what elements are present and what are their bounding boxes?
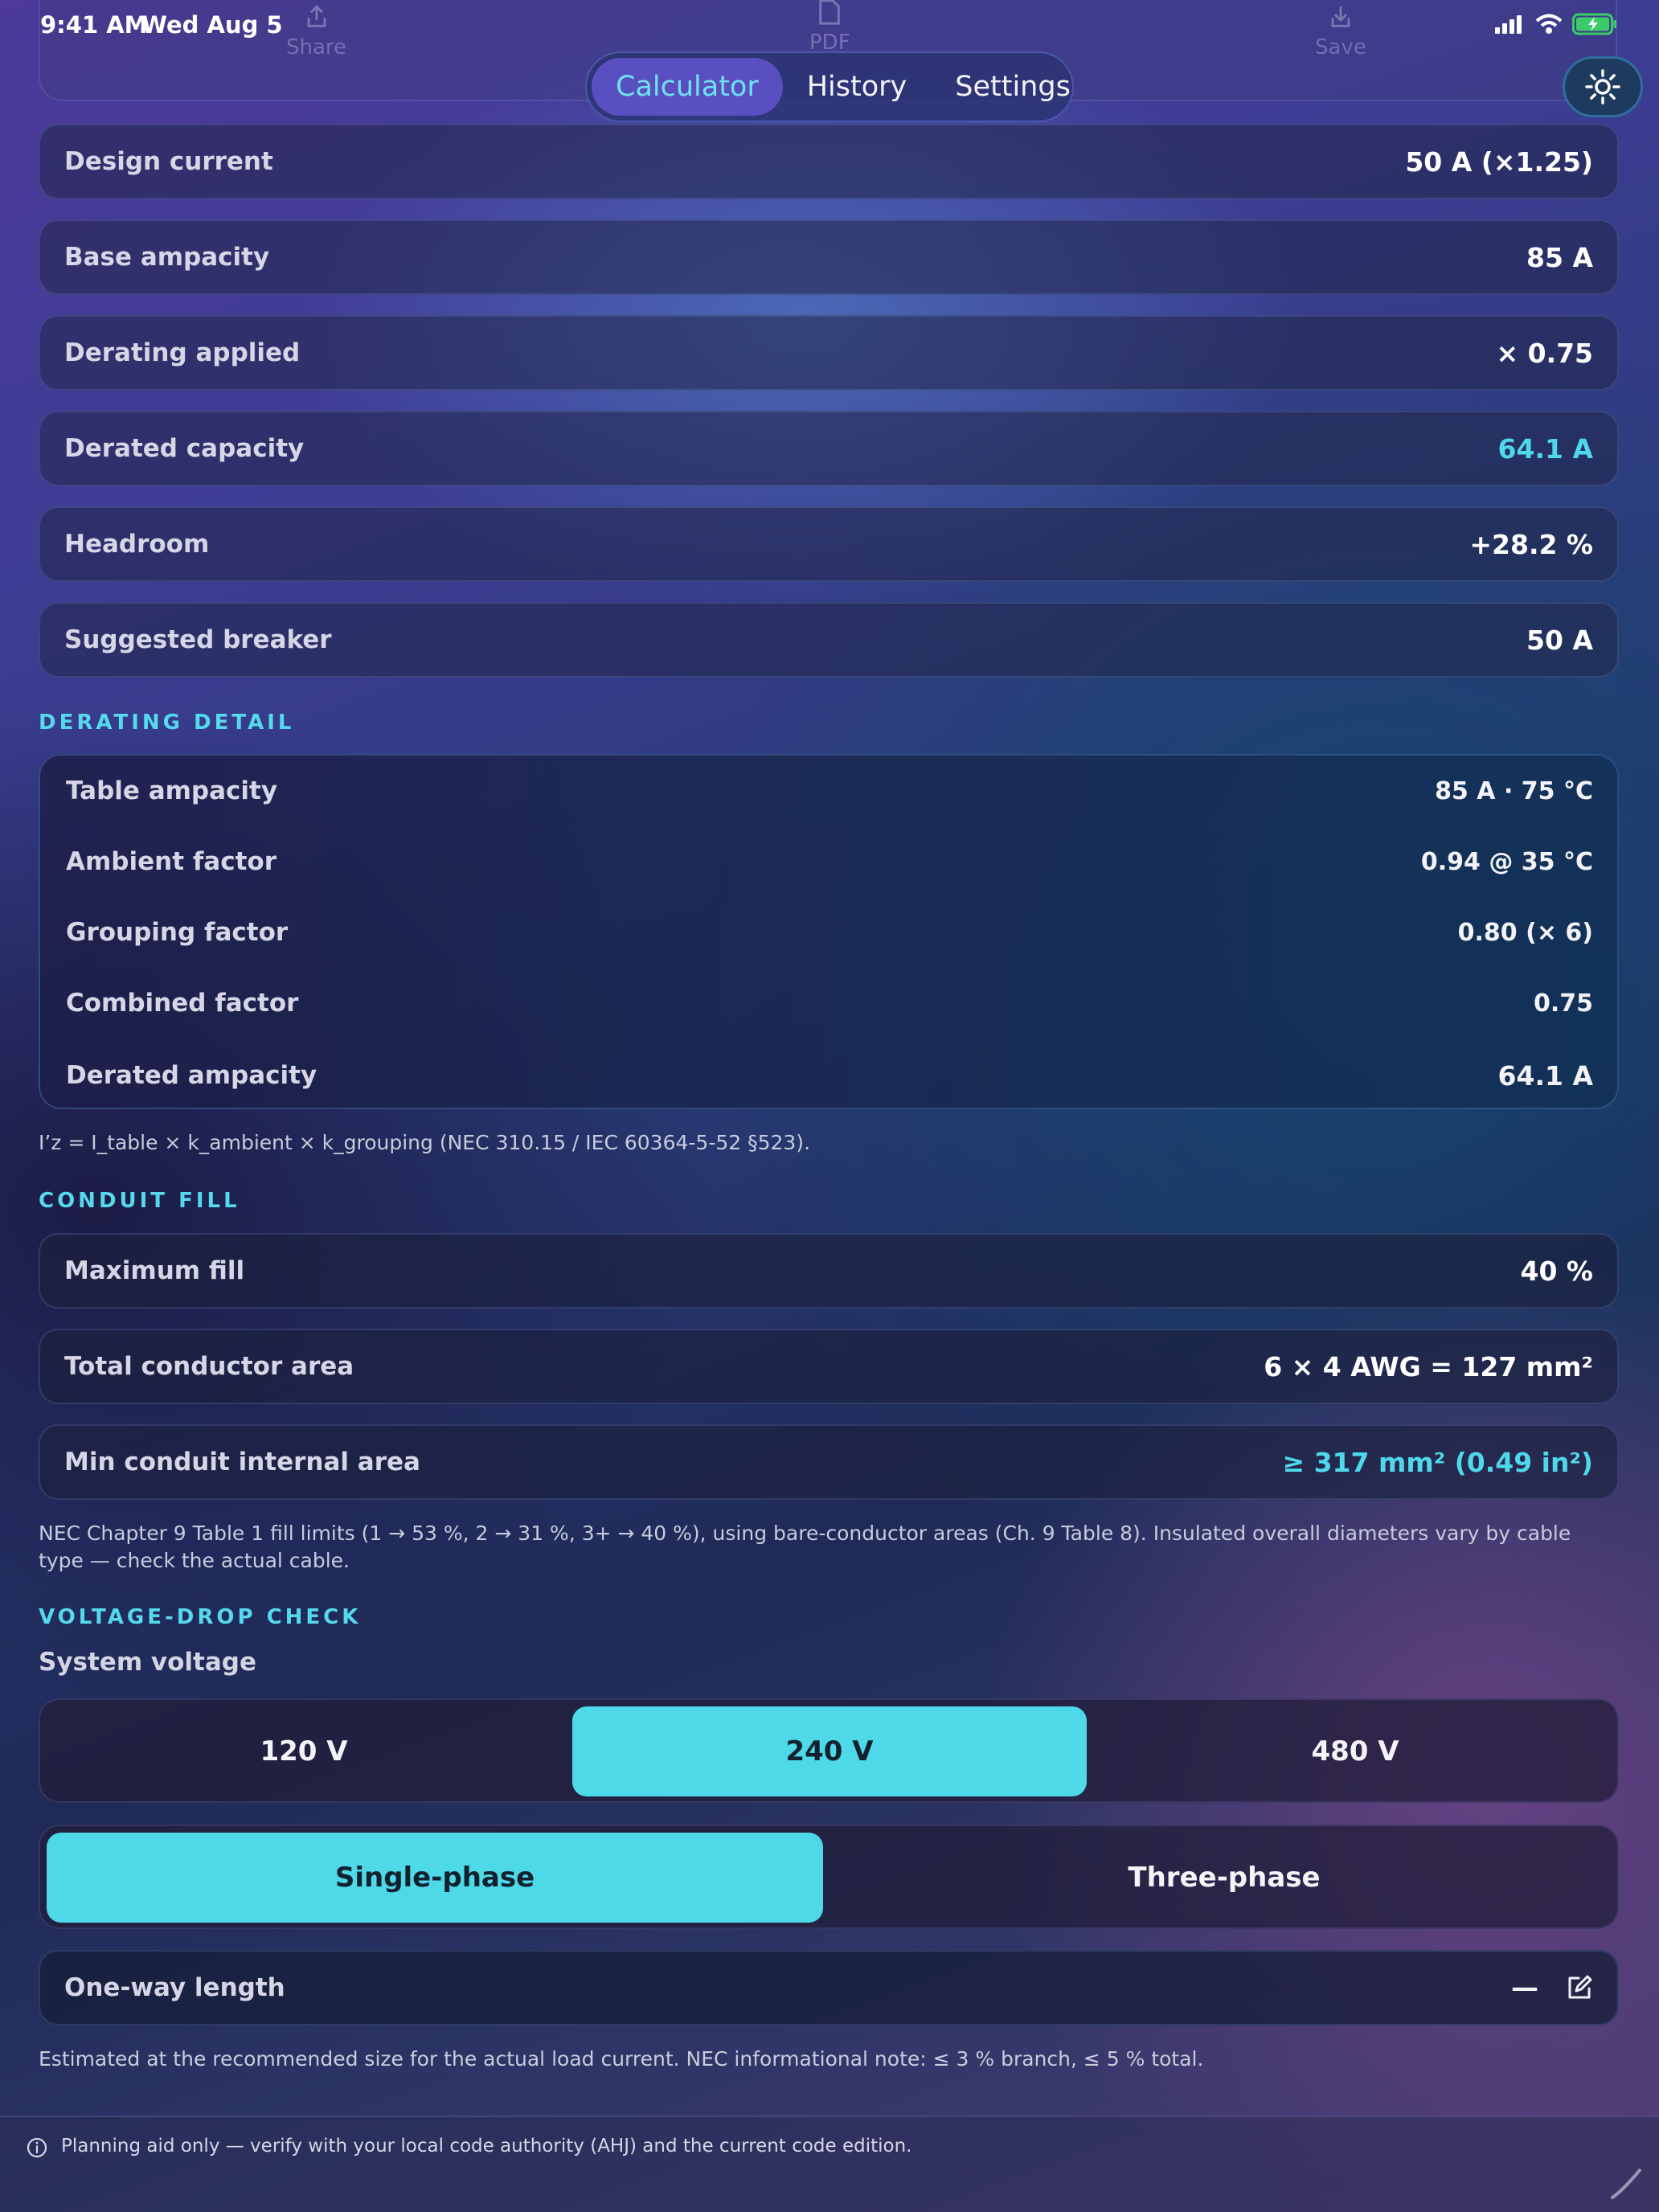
one-way-length-value: — xyxy=(1511,1972,1538,2004)
row-label: Base ampacity xyxy=(64,243,270,272)
status-date: Wed Aug 5 xyxy=(141,11,283,39)
phase-selector: Single-phase Three-phase xyxy=(39,1825,1619,1929)
detail-label: Grouping factor xyxy=(66,918,289,947)
row-label: Headroom xyxy=(64,530,210,559)
detail-value: 0.75 xyxy=(1533,989,1593,1018)
row-value: 64.1 A xyxy=(1497,432,1593,465)
detail-label: Table ampacity xyxy=(66,776,278,805)
conduit-fill-heading: CONDUIT FILL xyxy=(39,1189,240,1213)
tab-settings[interactable]: Settings xyxy=(931,58,1095,116)
detail-value: 85 A · 75 °C xyxy=(1435,776,1593,805)
row-value: 50 A xyxy=(1526,624,1593,656)
tab-history[interactable]: History xyxy=(783,58,932,116)
tab-calculator[interactable]: Calculator xyxy=(592,58,783,116)
footer-text: Planning aid only — verify with your loc… xyxy=(61,2136,912,2157)
detail-value: 0.80 (× 6) xyxy=(1457,918,1593,947)
voltage-option-480[interactable]: 480 V xyxy=(1098,1706,1612,1796)
battery-icon xyxy=(1572,13,1616,35)
phase-option-three[interactable]: Three-phase xyxy=(836,1833,1612,1923)
row-value: +28.2 % xyxy=(1469,528,1593,560)
conduit-row-maximum-fill: Maximum fill 40 % xyxy=(39,1233,1619,1309)
voltage-drop-heading: VOLTAGE-DROP CHECK xyxy=(39,1605,362,1629)
conduit-row-total-conductor-area: Total conductor area 6 × 4 AWG = 127 mm² xyxy=(39,1329,1619,1404)
row-label: Maximum fill xyxy=(64,1256,245,1285)
theme-toggle-button[interactable] xyxy=(1563,56,1643,117)
detail-row-derated-ampacity: Derated ampacity 64.1 A xyxy=(66,1051,1593,1100)
voltage-drop-note: Estimated at the recommended size for th… xyxy=(39,2047,1204,2071)
edit-icon[interactable] xyxy=(1566,1974,1593,2001)
result-row-base-ampacity: Base ampacity 85 A xyxy=(39,219,1619,295)
detail-label: Derated ampacity xyxy=(66,1061,317,1090)
row-label: Suggested breaker xyxy=(64,625,332,654)
detail-row-ambient-factor: Ambient factor 0.94 @ 35 °C xyxy=(66,838,1593,886)
signal-icon xyxy=(1495,15,1522,34)
detail-value: 64.1 A xyxy=(1497,1059,1593,1092)
one-way-length-controls: — xyxy=(1511,1972,1593,2004)
row-label: Min conduit internal area xyxy=(64,1448,420,1477)
detail-value: 0.94 @ 35 °C xyxy=(1420,847,1593,876)
result-row-derating-applied: Derating applied × 0.75 xyxy=(39,315,1619,391)
result-row-headroom: Headroom +28.2 % xyxy=(39,506,1619,582)
row-value: × 0.75 xyxy=(1496,337,1593,369)
result-row-suggested-breaker: Suggested breaker 50 A xyxy=(39,602,1619,678)
wifi-icon xyxy=(1535,14,1563,34)
detail-row-grouping-factor: Grouping factor 0.80 (× 6) xyxy=(66,908,1593,956)
one-way-length-label: One-way length xyxy=(64,1973,285,2002)
result-row-design-current: Design current 50 A (×1.25) xyxy=(39,124,1619,199)
row-value: 50 A (×1.25) xyxy=(1405,145,1593,178)
system-voltage-selector: 120 V 240 V 480 V xyxy=(39,1698,1619,1803)
status-bar: 9:41 AM Wed Aug 5 xyxy=(0,0,1659,51)
row-label: Total conductor area xyxy=(64,1352,354,1381)
info-icon xyxy=(27,2137,47,2158)
system-voltage-label: System voltage xyxy=(39,1648,257,1677)
row-label: Design current xyxy=(64,147,273,176)
row-value: 40 % xyxy=(1520,1255,1593,1287)
sun-icon xyxy=(1585,69,1620,104)
detail-label: Combined factor xyxy=(66,989,299,1018)
footer-disclaimer: Planning aid only — verify with your loc… xyxy=(0,2116,1659,2212)
result-row-derated-capacity: Derated capacity 64.1 A xyxy=(39,411,1619,486)
derating-detail-card: Table ampacity 85 A · 75 °C Ambient fact… xyxy=(39,754,1619,1109)
conduit-fill-note: NEC Chapter 9 Table 1 fill limits (1 → 5… xyxy=(39,1522,1571,1572)
spinner-icon xyxy=(1611,2169,1641,2199)
detail-row-combined-factor: Combined factor 0.75 xyxy=(66,979,1593,1027)
phase-option-single[interactable]: Single-phase xyxy=(47,1833,823,1923)
voltage-option-120[interactable]: 120 V xyxy=(47,1706,561,1796)
row-value: 85 A xyxy=(1526,241,1593,273)
detail-label: Ambient factor xyxy=(66,847,277,876)
voltage-option-240[interactable]: 240 V xyxy=(572,1706,1087,1796)
main-tab-bar: Calculator History Settings xyxy=(585,51,1074,122)
derating-formula-note: I’z = I_table × k_ambient × k_grouping (… xyxy=(39,1131,811,1154)
one-way-length-row[interactable]: One-way length — xyxy=(39,1950,1619,2026)
row-label: Derating applied xyxy=(64,338,301,367)
detail-row-table-ampacity: Table ampacity 85 A · 75 °C xyxy=(66,767,1593,815)
row-label: Derated capacity xyxy=(64,434,305,463)
row-value: ≥ 317 mm² (0.49 in²) xyxy=(1282,1446,1593,1478)
derating-detail-heading: DERATING DETAIL xyxy=(39,711,295,735)
status-time: 9:41 AM xyxy=(40,11,148,39)
status-icons xyxy=(1495,13,1617,35)
row-value: 6 × 4 AWG = 127 mm² xyxy=(1264,1350,1593,1382)
conduit-row-min-conduit-area: Min conduit internal area ≥ 317 mm² (0.4… xyxy=(39,1424,1619,1500)
